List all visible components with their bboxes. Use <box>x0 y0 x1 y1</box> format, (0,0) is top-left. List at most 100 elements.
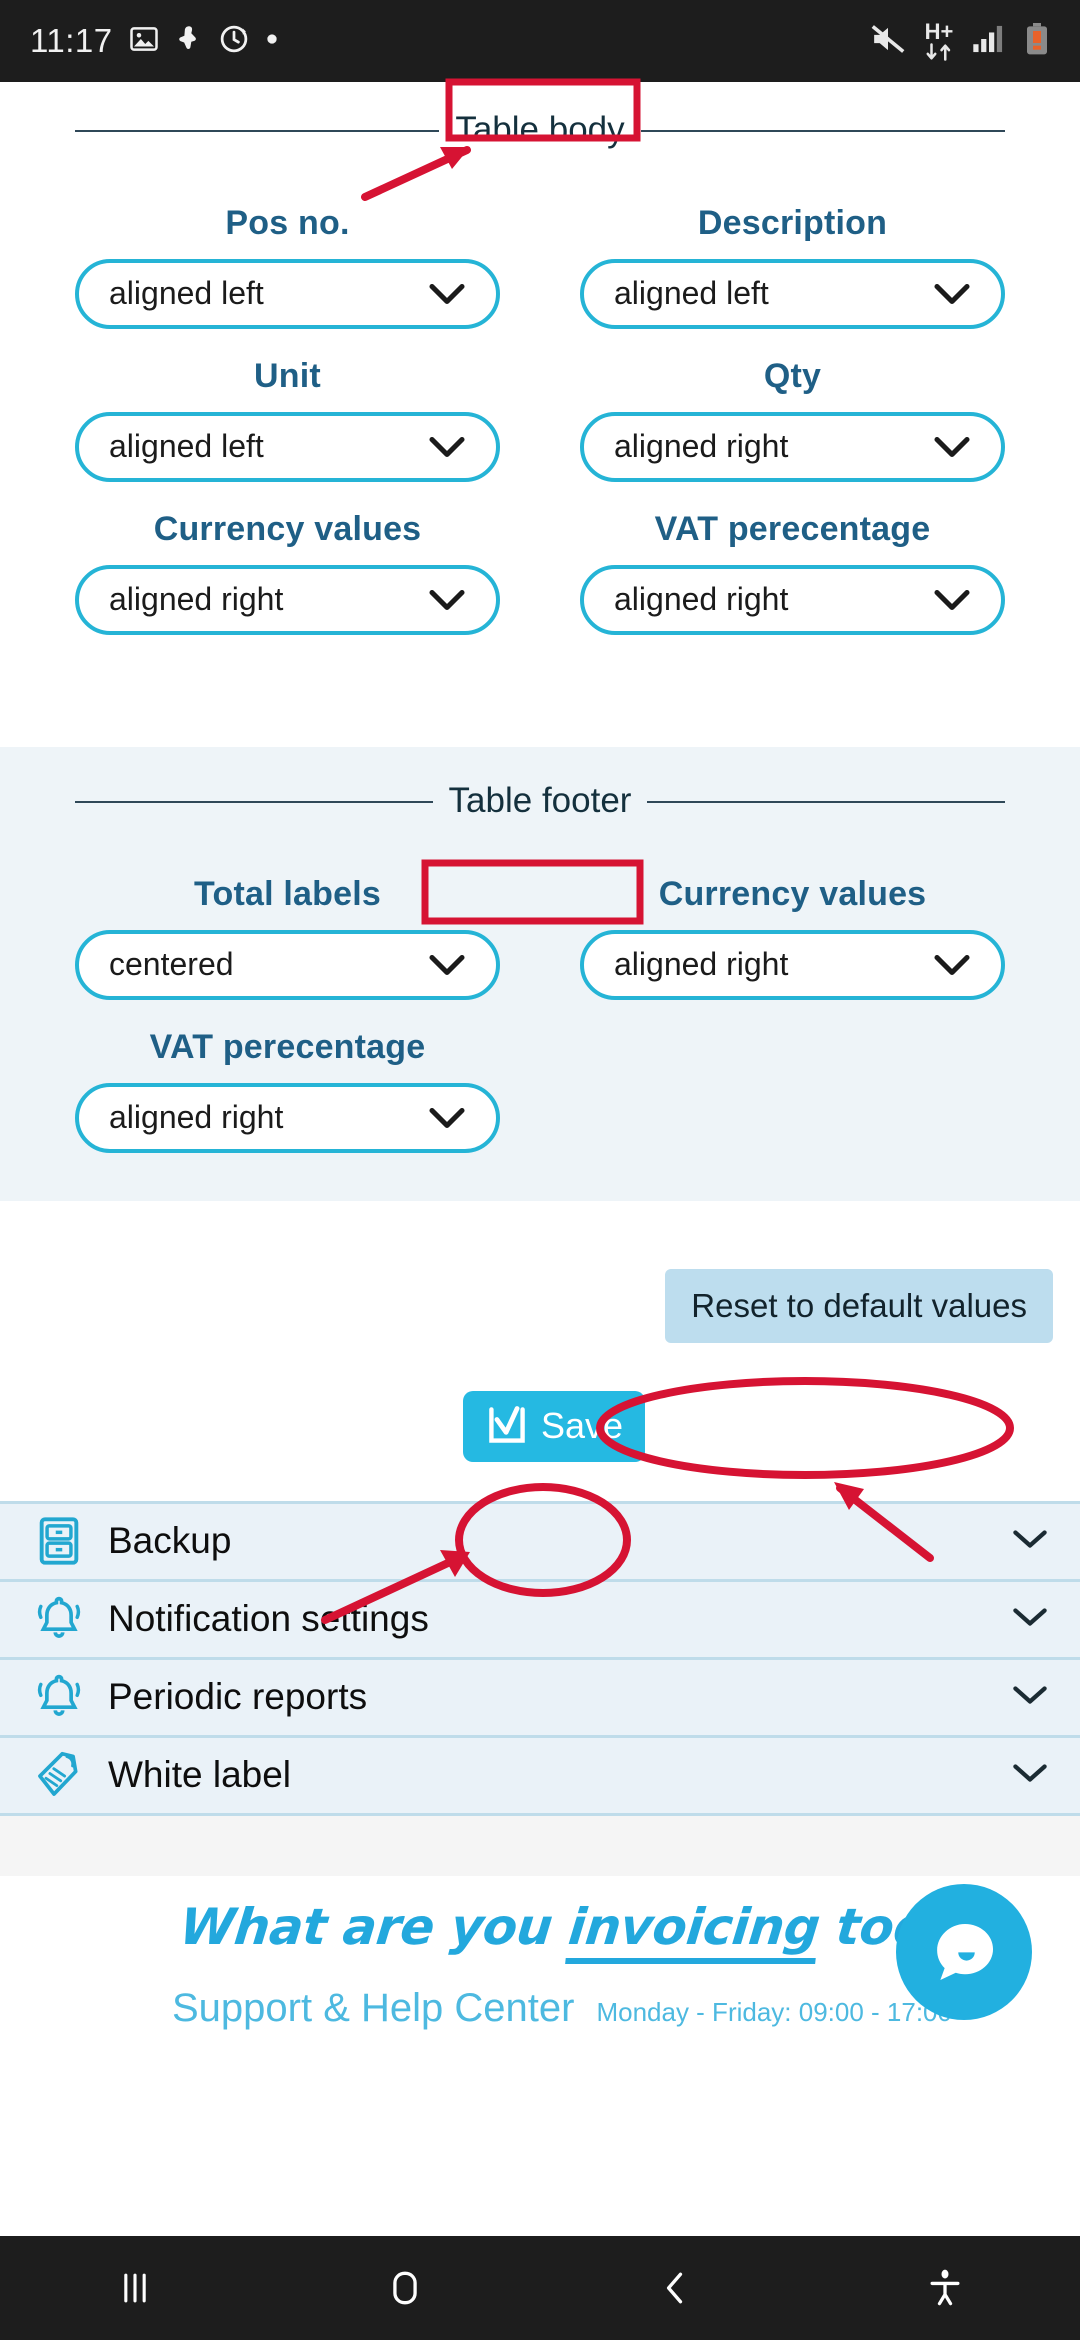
field-label: Currency values <box>658 874 927 913</box>
android-nav-bar <box>0 2236 1080 2340</box>
select-value: aligned right <box>614 946 789 982</box>
chevron-down-icon <box>933 588 971 612</box>
dot-icon <box>265 32 279 51</box>
field-label: Description <box>697 203 888 242</box>
support-help-center-label: Support & Help Center <box>172 1985 575 2030</box>
network-type-label: H+ <box>924 19 954 44</box>
select-qty[interactable]: aligned right <box>580 411 1005 482</box>
select-unit[interactable]: aligned left <box>75 411 500 482</box>
save-button-label: Save <box>541 1405 624 1446</box>
select-value: aligned left <box>614 275 769 312</box>
server-icon <box>30 1515 88 1567</box>
status-bar-left: 11:17 <box>30 22 279 60</box>
banner-headline: What are you invoicing today <box>176 1897 996 1964</box>
select-value: aligned right <box>614 581 789 618</box>
phone-screen: 11:17 H+ Table body Pos no. aligned left… <box>0 0 1080 2340</box>
field-label: Currency values <box>153 509 422 548</box>
field-vat-percentage: VAT perecentage aligned right <box>580 510 1005 635</box>
chevron-down-icon <box>428 953 466 977</box>
select-value: centered <box>109 946 234 982</box>
chevron-down-icon <box>1010 1760 1050 1791</box>
accordion-item-label: Backup <box>108 1520 232 1561</box>
accordion-item-periodic-reports[interactable]: Periodic reports <box>0 1659 1080 1738</box>
battery-warning-icon <box>1024 22 1050 60</box>
bell-icon <box>30 1671 88 1723</box>
chevron-down-icon <box>933 282 971 306</box>
accordion-item-notification-settings[interactable]: Notification settings <box>0 1581 1080 1660</box>
field-label: Qty <box>763 356 822 395</box>
select-footer-currency-values[interactable]: aligned right <box>580 929 1005 1000</box>
select-footer-vat-percentage[interactable]: aligned right <box>75 1082 500 1153</box>
chat-bubble-icon[interactable] <box>896 1883 1032 2020</box>
image-icon <box>129 24 159 59</box>
alarm-refresh-icon <box>219 24 249 59</box>
accessibility-icon[interactable] <box>810 2266 1080 2310</box>
select-value: aligned right <box>614 428 789 465</box>
save-check-icon <box>485 1403 529 1450</box>
bell-icon <box>30 1593 88 1645</box>
support-hours: Monday - Friday: 09:00 - 17:00 <box>596 1996 952 2027</box>
select-value: aligned left <box>109 275 264 312</box>
table-body-fields: Pos no. aligned left Description aligned… <box>0 204 1080 635</box>
select-value: aligned right <box>109 581 284 618</box>
chevron-down-icon <box>428 282 466 306</box>
mute-icon <box>870 23 906 60</box>
chevron-down-icon <box>1010 1526 1050 1557</box>
select-value: aligned right <box>109 1099 284 1135</box>
table-footer-title: Table footer <box>432 774 648 827</box>
reset-to-default-button[interactable]: Reset to default values <box>665 1268 1053 1343</box>
field-footer-vat-percentage: VAT perecentage aligned right <box>75 1028 500 1153</box>
field-label: VAT perecentage <box>654 509 931 548</box>
banner-headline-part1: What are you <box>176 1897 573 1956</box>
chevron-down-icon <box>933 435 971 459</box>
table-footer-heading: Table footer <box>0 774 1080 827</box>
chevron-down-icon <box>428 588 466 612</box>
table-footer-fields: Total labels centered Currency values al… <box>0 875 1080 1153</box>
chevron-down-icon <box>1010 1604 1050 1635</box>
select-currency-values[interactable]: aligned right <box>75 564 500 635</box>
field-label: Total labels <box>194 874 381 913</box>
accordion-item-label: White label <box>108 1754 292 1795</box>
recents-icon[interactable] <box>0 2266 270 2310</box>
select-value: aligned left <box>109 428 264 465</box>
accordion-item-white-label[interactable]: White label <box>0 1737 1080 1816</box>
home-icon[interactable] <box>270 2266 540 2310</box>
select-description[interactable]: aligned left <box>580 258 1005 329</box>
table-body-section: Table body Pos no. aligned left Descript… <box>0 82 1080 635</box>
back-icon[interactable] <box>540 2266 810 2310</box>
settings-accordion: Backup Notification settings Periodic re… <box>0 1500 1080 1876</box>
accordion-item-backup[interactable]: Backup <box>0 1503 1080 1582</box>
status-bar: 11:17 H+ <box>0 0 1080 82</box>
field-label: Unit <box>254 356 321 395</box>
hplus-data-icon: H+ <box>924 21 954 61</box>
select-total-labels[interactable]: centered <box>75 929 500 1000</box>
table-body-title: Table body <box>439 104 641 156</box>
action-area: Reset to default values Save <box>0 1201 1080 1501</box>
chevron-down-icon <box>933 953 971 977</box>
support-banner: What are you invoicing today Support & H… <box>0 1875 1080 2064</box>
save-button[interactable]: Save <box>463 1390 646 1462</box>
field-label: VAT perecentage <box>149 1027 426 1066</box>
accordion-item-label: Periodic reports <box>108 1676 368 1717</box>
signal-icon <box>972 24 1006 59</box>
select-pos-no[interactable]: aligned left <box>75 258 500 329</box>
chevron-down-icon <box>1010 1682 1050 1713</box>
chevron-down-icon <box>428 435 466 459</box>
field-footer-currency-values: Currency values aligned right <box>580 875 1005 1000</box>
accordion-item-label: Notification settings <box>108 1598 429 1639</box>
status-bar-right: H+ <box>870 21 1050 61</box>
select-vat-percentage[interactable]: aligned right <box>580 564 1005 635</box>
field-total-labels: Total labels centered <box>75 875 500 1000</box>
chevron-down-icon <box>428 1106 466 1130</box>
field-qty: Qty aligned right <box>580 357 1005 482</box>
status-time: 11:17 <box>30 22 113 59</box>
list-bottom-spacer <box>0 1815 1080 1876</box>
field-unit: Unit aligned left <box>75 357 500 482</box>
field-pos-no: Pos no. aligned left <box>75 204 500 329</box>
table-footer-section: Table footer Total labels centered Curre… <box>0 746 1080 1201</box>
field-label: Pos no. <box>225 203 350 242</box>
download-icon <box>175 24 203 59</box>
tag-icon <box>30 1749 88 1801</box>
field-description: Description aligned left <box>580 204 1005 329</box>
banner-headline-underlined: invoicing <box>565 1897 823 1964</box>
